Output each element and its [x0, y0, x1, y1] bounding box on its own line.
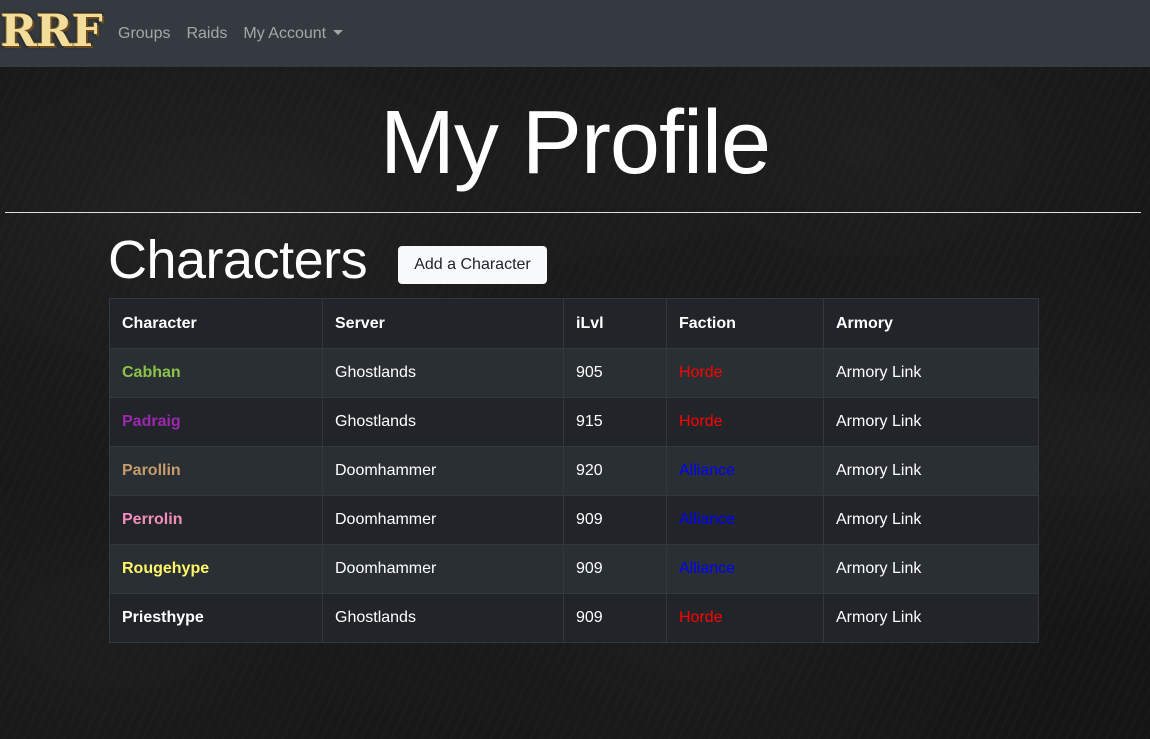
ilvl-cell: 915 [563, 397, 667, 447]
add-character-button[interactable]: Add a Character [398, 246, 547, 284]
column-header-armory: Armory [823, 298, 1039, 349]
character-name-cell: Cabhan [109, 348, 323, 398]
server-cell: Ghostlands [322, 348, 564, 398]
brand-logo[interactable]: RRF [0, 8, 102, 56]
faction-cell: Alliance [666, 446, 824, 496]
armory-link[interactable]: Armory Link [823, 495, 1039, 545]
faction-cell: Alliance [666, 495, 824, 545]
table-row: Parollin Doomhammer 920 Alliance Armory Link [109, 446, 1039, 496]
characters-table: Character Server iLvl Faction Armory Cab… [109, 298, 1039, 643]
server-cell: Doomhammer [322, 446, 564, 496]
table-header-row: Character Server iLvl Faction Armory [109, 298, 1039, 349]
armory-link[interactable]: Armory Link [823, 544, 1039, 594]
character-name-cell: Priesthype [109, 593, 323, 643]
section-title-characters: Characters [108, 230, 368, 290]
armory-link[interactable]: Armory Link [823, 397, 1039, 447]
server-cell: Doomhammer [322, 495, 564, 545]
character-name-cell: Perrolin [109, 495, 323, 545]
column-header-ilvl: iLvl [563, 298, 667, 349]
nav-links: Groups Raids My Account [118, 0, 359, 67]
nav-link-raids[interactable]: Raids [186, 25, 227, 43]
page-title: My Profile [379, 93, 771, 193]
column-header-server: Server [322, 298, 564, 349]
faction-cell: Horde [666, 348, 824, 398]
character-name-cell: Padraig [109, 397, 323, 447]
server-cell: Ghostlands [322, 593, 564, 643]
server-cell: Doomhammer [322, 544, 564, 594]
brand-logo-text: RRF [0, 6, 102, 57]
ilvl-cell: 909 [563, 593, 667, 643]
ilvl-cell: 909 [563, 544, 667, 594]
armory-link[interactable]: Armory Link [823, 593, 1039, 643]
chevron-down-icon [333, 29, 344, 35]
faction-cell: Horde [666, 593, 824, 643]
column-header-character: Character [109, 298, 323, 349]
armory-link[interactable]: Armory Link [823, 446, 1039, 496]
ilvl-cell: 920 [563, 446, 667, 496]
table-row: Padraig Ghostlands 915 Horde Armory Link [109, 397, 1039, 447]
character-name-cell: Parollin [109, 446, 323, 496]
table-row: Priesthype Ghostlands 909 Horde Armory Link [109, 593, 1039, 643]
table-body: Cabhan Ghostlands 905 Horde Armory Link Padra… [109, 348, 1039, 643]
column-header-faction: Faction [666, 298, 824, 349]
faction-cell: Horde [666, 397, 824, 447]
faction-cell: Alliance [666, 544, 824, 594]
ilvl-cell: 909 [563, 495, 667, 545]
armory-link[interactable]: Armory Link [823, 348, 1039, 398]
table-header: Character Server iLvl Faction Armory [109, 298, 1039, 349]
table-row: Cabhan Ghostlands 905 Horde Armory Link [109, 348, 1039, 398]
server-cell: Ghostlands [322, 397, 564, 447]
nav-dropdown-my-account[interactable]: My Account [243, 24, 344, 43]
ilvl-cell: 905 [563, 348, 667, 398]
nav-link-groups[interactable]: Groups [118, 25, 170, 43]
divider [5, 212, 1141, 213]
top-navbar: RRF Groups Raids My Account [0, 0, 1150, 67]
nav-link-my-account-label: My Account [243, 24, 327, 42]
character-name-cell: Rougehype [109, 544, 323, 594]
table-row: Perrolin Doomhammer 909 Alliance Armory Link [109, 495, 1039, 545]
table-row: Rougehype Doomhammer 909 Alliance Armory Lin… [109, 544, 1039, 594]
